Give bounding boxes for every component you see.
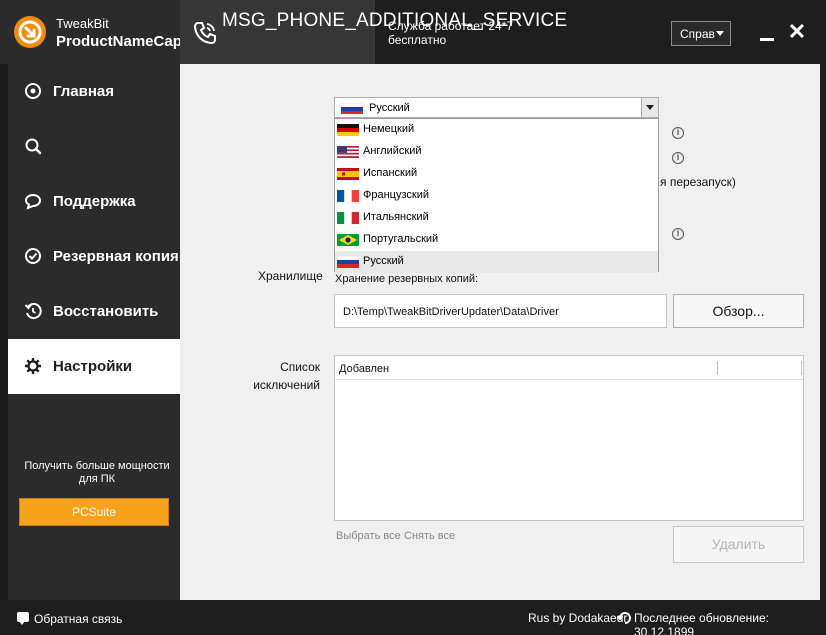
status-bar: Обратная связь Rus by Dodakaedr Последне… [0, 600, 826, 635]
chevron-down-icon[interactable] [641, 98, 658, 117]
storage-label: Хранилище [258, 269, 323, 283]
storage-path-field[interactable]: D:\Temp\TweakBitDriverUpdater\Data\Drive… [334, 294, 667, 328]
sidebar-item-support[interactable]: Поддержка [8, 174, 180, 229]
gear-icon [25, 358, 41, 374]
browse-button[interactable]: Обзор... [673, 294, 804, 328]
check-circle-icon [25, 248, 41, 264]
exclusions-label: Список исключений [253, 360, 320, 392]
sidebar-item-restore[interactable]: Восстановить [8, 284, 180, 339]
language-option-label: Итальянский [363, 211, 429, 223]
language-option-label: Французский [363, 189, 429, 201]
sidebar-item-settings[interactable]: Настройки [8, 339, 180, 394]
chat-bubble-icon [24, 193, 42, 210]
brand-logo: TweakBit ProductNameCaps [0, 0, 190, 64]
sidebar: Главная Поддержка Резервная копия Восста… [8, 64, 180, 600]
germany-flag-icon [337, 124, 359, 136]
help-label: Справ [680, 27, 715, 41]
restart-option-label: я перезапуск) [660, 175, 736, 189]
language-select-value: Русский [369, 102, 410, 114]
service-banner[interactable]: MSG_PHONE_ADDITIONAL_SERVICE [180, 0, 568, 64]
language-option-label: Испанский [363, 167, 418, 179]
language-option-de[interactable]: Немецкий [335, 119, 658, 141]
spain-flag-icon [337, 168, 359, 180]
russia-flag-icon [341, 103, 363, 114]
sidebar-item-label: Восстановить [53, 303, 159, 320]
language-dropdown: Немецкий Английский Испанский Французски… [334, 118, 659, 273]
restore-icon [24, 303, 42, 320]
usa-flag-icon [337, 146, 359, 158]
column-divider [801, 361, 802, 375]
sidebar-item-label: Поддержка [53, 193, 136, 210]
product-name: ProductNameCaps [56, 33, 191, 50]
language-option-ru[interactable]: Русский [335, 251, 658, 273]
exclusions-header: Добавлен [335, 356, 803, 380]
language-select[interactable]: Русский [334, 97, 659, 118]
language-option-es[interactable]: Испанский [335, 163, 658, 185]
translation-credit: Rus by Dodakaedr [528, 611, 628, 625]
storage-path-value: D:\Temp\TweakBitDriverUpdater\Data\Drive… [343, 306, 559, 318]
chevron-down-icon [716, 31, 724, 36]
column-divider [717, 361, 718, 375]
column-header-added[interactable]: Добавлен [339, 363, 389, 375]
select-all-link[interactable]: Выбрать все [336, 530, 401, 542]
brand-name: TweakBit [56, 16, 109, 31]
unselect-all-link[interactable]: Снять все [404, 530, 455, 542]
language-option-label: Русский [363, 255, 404, 267]
language-option-pt[interactable]: Португальский [335, 229, 658, 251]
promo-text: Получить больше мощности для ПК [24, 460, 170, 485]
feedback-icon [17, 612, 29, 625]
france-flag-icon [337, 190, 359, 202]
language-option-label: Английский [363, 145, 422, 157]
close-button[interactable]: ✕ [787, 21, 807, 43]
language-option-en[interactable]: Английский [335, 141, 658, 163]
tweakbit-logo-icon [14, 16, 46, 48]
brazil-flag-icon [337, 234, 359, 246]
language-option-fr[interactable]: Французский [335, 185, 658, 207]
sidebar-item-label: Главная [53, 83, 115, 100]
window-edge [820, 64, 826, 600]
language-option-label: Немецкий [363, 123, 415, 135]
home-icon [25, 83, 41, 99]
search-icon [25, 138, 42, 155]
pcsuite-button[interactable]: PCSuite [19, 498, 169, 526]
language-option-label: Португальский [363, 233, 439, 245]
help-dropdown[interactable]: Справ [671, 21, 731, 46]
sidebar-item-backup[interactable]: Резервная копия [8, 229, 180, 284]
storage-sublabel: Хранение резервных копий: [335, 273, 479, 285]
delete-button[interactable]: Удалить [673, 526, 804, 563]
feedback-link[interactable]: Обратная связь [34, 612, 122, 626]
info-icon[interactable]: i [672, 228, 684, 240]
minimize-button[interactable] [760, 38, 774, 41]
last-update-text: Последнее обновление: 30.12.1899 [634, 611, 769, 635]
exclusions-list[interactable]: Добавлен [334, 355, 804, 521]
update-icon[interactable] [617, 610, 633, 626]
info-icon[interactable]: i [672, 152, 684, 164]
sidebar-item-home[interactable]: Главная [8, 64, 180, 119]
sidebar-item-label: Настройки [53, 358, 133, 375]
title-bar: TweakBit ProductNameCaps MSG_PHONE_ADDIT… [0, 0, 826, 64]
phone-icon [193, 22, 216, 45]
russia-flag-icon [337, 256, 359, 268]
service-note: Служба работает 24*7 бесплатно [388, 19, 514, 47]
language-option-it[interactable]: Итальянский [335, 207, 658, 229]
settings-panel: i i я перезапуск) i Хранилище Хранение р… [180, 64, 820, 600]
sidebar-item-search[interactable] [8, 119, 180, 174]
info-icon[interactable]: i [672, 127, 684, 139]
service-name: MSG_PHONE_ADDITIONAL_SERVICE [222, 10, 568, 31]
sidebar-item-label: Резервная копия [53, 248, 179, 265]
italy-flag-icon [337, 212, 359, 224]
